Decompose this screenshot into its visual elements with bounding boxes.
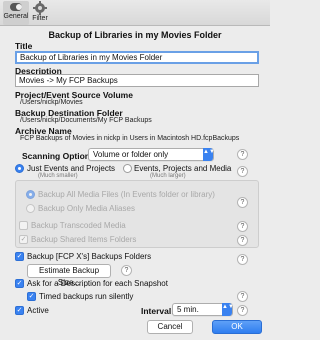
title-field[interactable]: Backup of Libraries in my Movies Folder — [15, 51, 259, 64]
active-label: Active — [27, 306, 49, 315]
timed-silently-checkbox[interactable]: ✓ — [27, 292, 36, 301]
shared-help-icon[interactable]: ? — [237, 235, 248, 246]
backup-transcoded-checkbox[interactable] — [19, 221, 28, 230]
filter-tab-label: Filter — [32, 15, 48, 22]
estimate-backup-size-button[interactable]: Estimate Backup Size... — [27, 264, 111, 287]
interval-select[interactable]: 5 min. ▲▼ — [172, 303, 234, 316]
switch-icon — [10, 3, 22, 11]
timed-silently-label: Timed backups run silently — [39, 292, 134, 301]
filter-tab[interactable]: Filter — [30, 1, 50, 25]
media-help-icon[interactable]: ? — [237, 197, 248, 208]
events-projects-media-radio[interactable] — [123, 164, 132, 173]
backup-transcoded-label: Backup Transcoded Media — [31, 221, 126, 230]
interval-arrows-icon: ▲▼ — [222, 303, 234, 316]
general-tab[interactable]: General — [3, 1, 29, 25]
scanning-help-icon[interactable]: ? — [237, 149, 248, 160]
backup-only-aliases-label: Backup Only Media Aliases — [38, 204, 135, 213]
scanning-options-label: Scanning Options: — [22, 151, 98, 161]
backup-fcpx-folders-checkbox[interactable]: ✓ — [15, 252, 24, 261]
backup-shared-checkbox[interactable]: ✓ — [19, 235, 28, 244]
estimate-help-icon[interactable]: ? — [121, 265, 132, 276]
scanning-options-value: Volume or folder only — [93, 150, 169, 159]
backup-only-aliases-radio[interactable] — [26, 204, 35, 213]
select-arrows-icon: ▲▼ — [203, 148, 215, 161]
just-events-label: Just Events and Projects — [27, 164, 116, 173]
fcpx-folders-help-icon[interactable]: ? — [237, 254, 248, 265]
transcoded-help-icon[interactable]: ? — [237, 221, 248, 232]
just-events-sublabel: (Much smaller) — [38, 173, 78, 179]
ok-button[interactable]: OK — [212, 320, 262, 334]
events-projects-media-sublabel: (Much larger) — [150, 173, 186, 179]
general-tab-label: General — [3, 13, 29, 20]
backup-all-media-radio[interactable] — [26, 190, 35, 199]
source-volume-value: /Users/nickp/Movies — [20, 99, 83, 106]
ask-description-label: Ask for a Description for each Snapshot — [27, 279, 168, 288]
active-checkbox[interactable]: ✓ — [15, 306, 24, 315]
timed-help-icon[interactable]: ? — [237, 291, 248, 302]
title-label: Title — [15, 41, 33, 51]
backup-all-media-label: Backup All Media Files (In Events folder… — [38, 190, 215, 199]
mode-help-icon[interactable]: ? — [237, 166, 248, 177]
destination-folder-value: /Users/nickp/Documents/My FCP Backups — [20, 117, 152, 124]
interval-help-icon[interactable]: ? — [237, 305, 248, 316]
cancel-button[interactable]: Cancel — [147, 320, 193, 334]
backup-shared-label: Backup Shared Items Folders — [31, 235, 137, 244]
events-projects-media-label: Events, Projects and Media — [134, 164, 232, 173]
description-field[interactable]: Movies -> My FCP Backups — [15, 74, 259, 87]
gear-icon — [33, 1, 47, 15]
backup-fcpx-folders-label: Backup [FCP X's] Backups Folders — [27, 252, 152, 261]
just-events-radio[interactable] — [15, 164, 24, 173]
toolbar: General Filter — [0, 0, 270, 26]
window-title: Backup of Libraries in my Movies Folder — [48, 30, 222, 40]
interval-value: 5 min. — [177, 305, 199, 314]
ask-description-checkbox[interactable]: ✓ — [15, 279, 24, 288]
scanning-options-select[interactable]: Volume or folder only ▲▼ — [88, 148, 215, 161]
interval-label: Interval: — [141, 306, 175, 316]
archive-name-value: FCP Backups of Movies in nickp in Users … — [20, 135, 240, 142]
